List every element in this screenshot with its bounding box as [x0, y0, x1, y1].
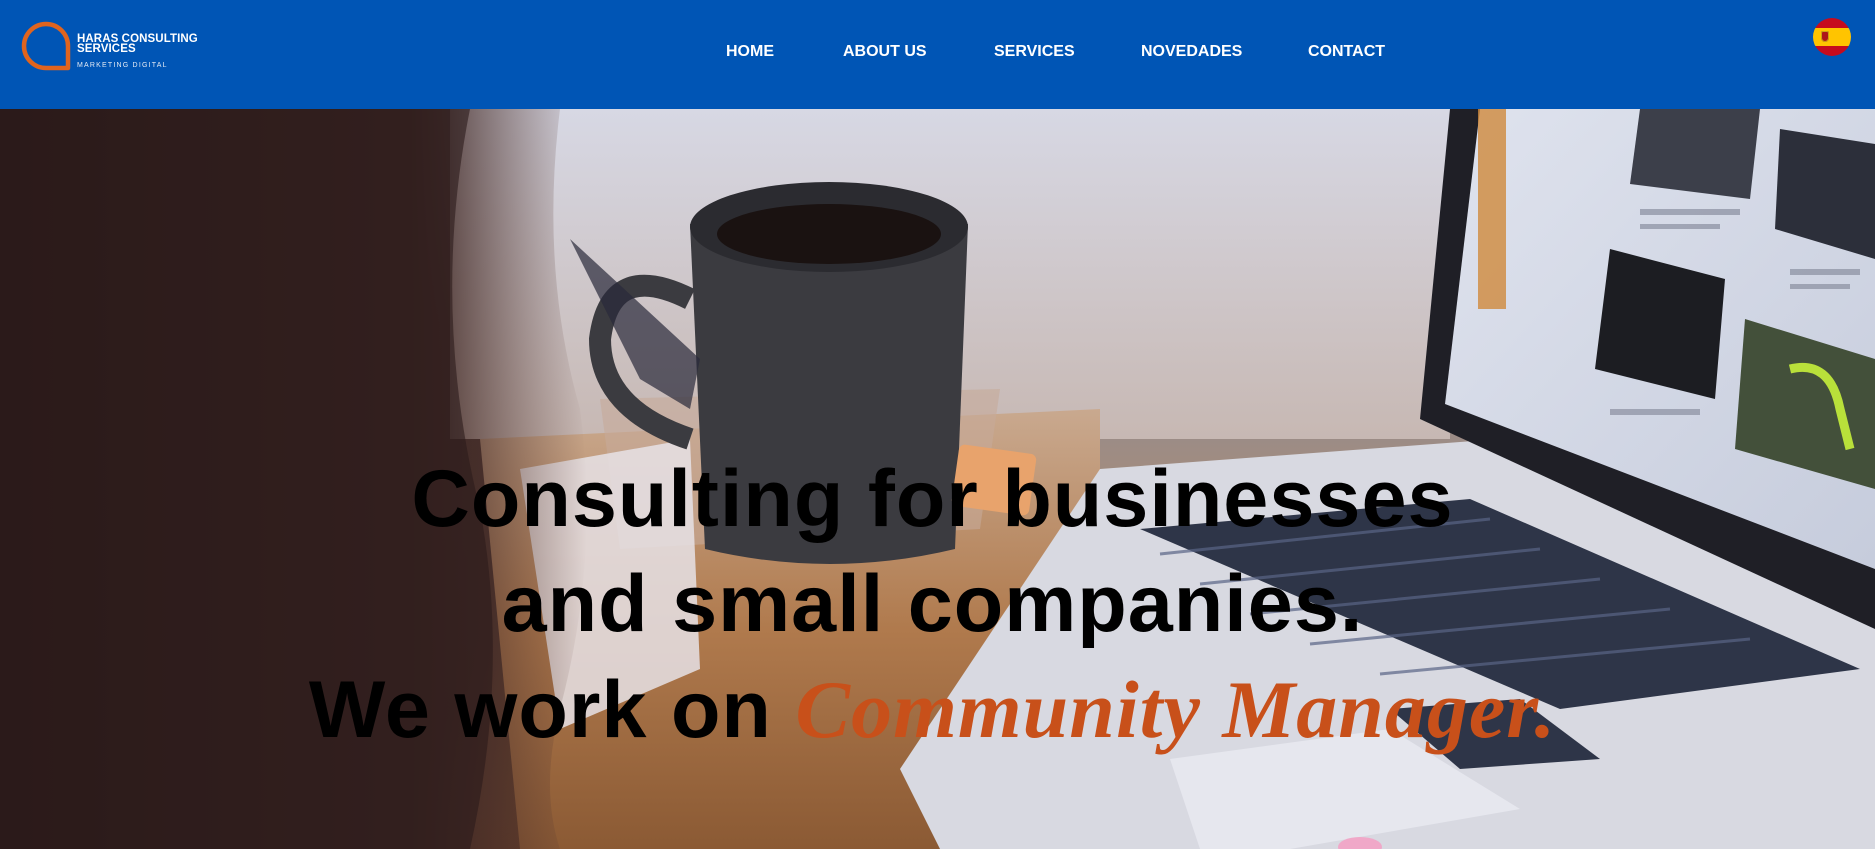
site-header: HARAS CONSULTING SERVICES MARKETING DIGI… — [0, 0, 1875, 109]
flag-crest — [1821, 31, 1829, 42]
hero-line-2: and small companies. — [501, 559, 1364, 650]
nav-home[interactable]: HOME — [726, 42, 774, 62]
hero-highlight: Community Manager. — [795, 664, 1557, 756]
spain-flag-icon[interactable] — [1813, 18, 1851, 56]
nav-services[interactable]: SERVICES — [994, 42, 1075, 62]
nav-contact[interactable]: CONTACT — [1308, 42, 1385, 62]
brand-tagline: MARKETING DIGITAL — [77, 62, 168, 69]
hero-headline: Consulting for businesses and small comp… — [0, 447, 1865, 763]
hero-line-3: We work on Community Manager. — [0, 657, 1865, 763]
hero-line-1: Consulting for businesses — [411, 454, 1454, 545]
hero-line-3-prefix: We work on — [308, 665, 796, 756]
hero-section: Consulting for businesses and small comp… — [0, 109, 1875, 849]
nav-about-us[interactable]: ABOUT US — [843, 42, 927, 62]
main-nav: HOME ABOUT US SERVICES NOVEDADES CONTACT — [0, 42, 1875, 62]
nav-novedades[interactable]: NOVEDADES — [1141, 42, 1242, 62]
